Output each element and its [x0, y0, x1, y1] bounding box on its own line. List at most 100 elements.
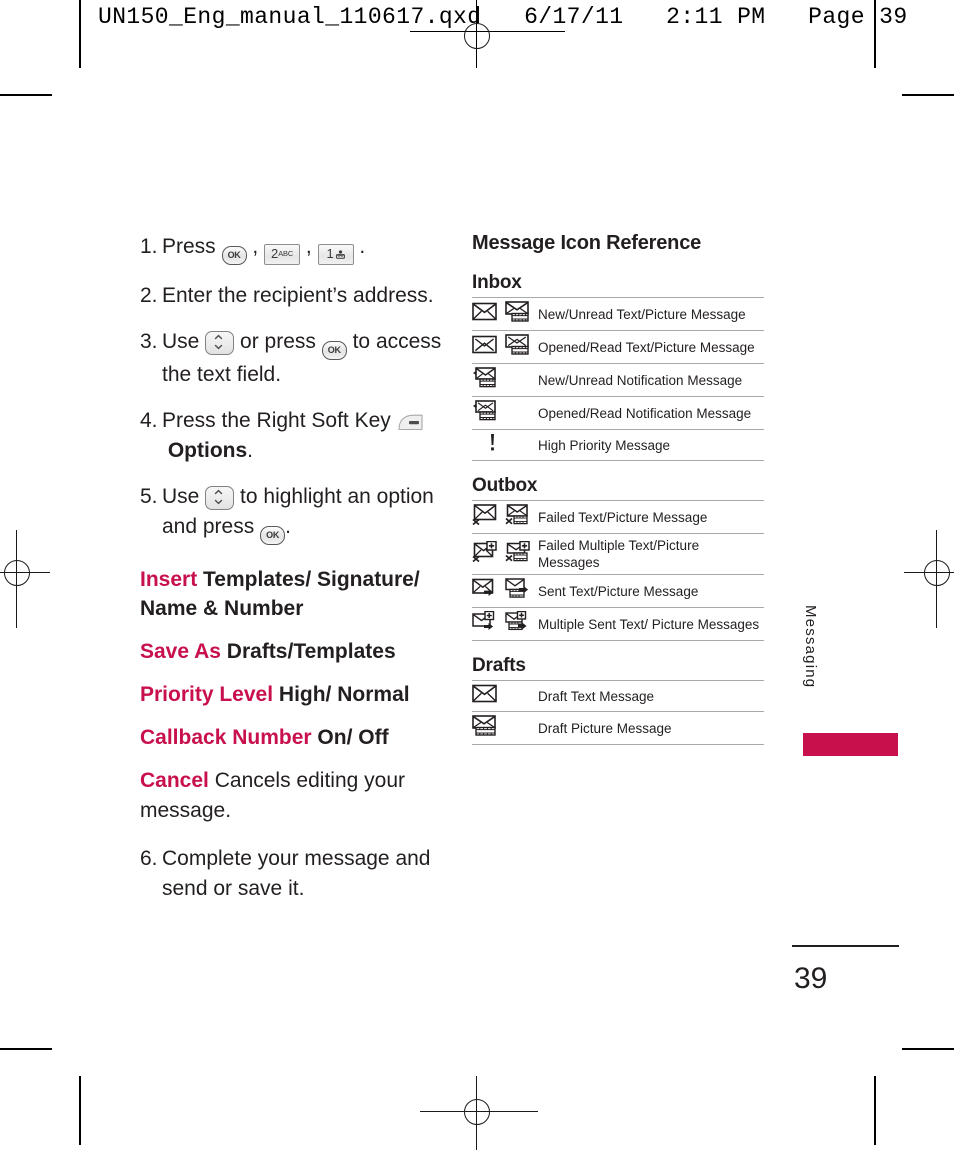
option-save-as-def: Drafts/Templates — [226, 640, 396, 663]
table-row: Failed Text/Picture Message — [472, 500, 764, 534]
crop-mark-bottom-right-vertical — [874, 1076, 876, 1145]
table-row: New/Unread Notification Message — [472, 363, 764, 397]
step-3-part2: or press — [240, 330, 316, 353]
key-2-letters: ABC — [278, 249, 294, 258]
step-3-body: Use or press OK to access the text field… — [162, 327, 460, 390]
1-voicemail-key-icon: 1 — [317, 244, 354, 265]
table-row: High Priority Message — [472, 429, 764, 461]
option-cancel: Cancel Cancels editing your message. — [140, 766, 460, 826]
row-icons — [472, 364, 538, 397]
exclamation-icon — [472, 433, 538, 456]
picture-msg-sent-icon — [505, 578, 530, 604]
envelope-failed-multi-icon — [472, 540, 497, 567]
row-label: New/Unread Text/Picture Message — [538, 306, 746, 322]
key-1-digit: 1 — [326, 246, 334, 261]
row-label: Opened/Read Text/Picture Message — [538, 339, 755, 355]
picture-msg-new-icon — [505, 301, 530, 327]
envelope-sent-icon — [472, 578, 497, 604]
ok-key-icon: OK — [221, 246, 247, 265]
crop-mark-bottom-left-vertical — [79, 1076, 81, 1145]
step-6: 6. Complete your message and send or sav… — [140, 844, 460, 904]
row-icons — [472, 331, 538, 364]
row-label: Opened/Read Notification Message — [538, 405, 752, 421]
step-5: 5. Use to highlight an option and press … — [140, 482, 460, 545]
picture-msg-draft-icon — [472, 715, 497, 741]
step-6-number: 6. — [140, 847, 158, 870]
notification-open-icon — [472, 400, 497, 426]
crop-mark-bottom-left-horizontal — [0, 1048, 52, 1050]
option-priority-level-term: Priority Level — [140, 683, 274, 706]
ok-key-icon-3: OK — [260, 526, 286, 545]
row-icons — [472, 575, 538, 608]
envelope-open-icon — [472, 335, 497, 359]
row-icons — [472, 501, 538, 534]
right-column: Message Icon Reference Inbox New/Unread … — [472, 232, 764, 759]
step-6-text: Complete your message and send or save i… — [162, 847, 431, 900]
step-3-part1: Use — [162, 330, 200, 353]
row-label: High Priority Message — [538, 437, 671, 453]
navigation-key-icon — [205, 331, 235, 355]
registration-mark-bottom-center — [420, 1076, 538, 1150]
left-column: 1. Press OK , 2ABC , 1 . 2. Enter the re… — [140, 232, 460, 920]
table-row: Sent Text/Picture Message — [472, 574, 764, 608]
right-soft-key-icon — [397, 413, 424, 432]
group-title-inbox: Inbox — [472, 272, 522, 293]
page-number: 39 — [794, 962, 828, 995]
crop-mark-top-left-horizontal — [0, 94, 52, 96]
row-label: Draft Picture Message — [538, 720, 672, 736]
table-row: Draft Text Message — [472, 680, 764, 712]
option-insert-term: Insert — [140, 568, 198, 591]
crop-mark-bottom-right-horizontal — [902, 1048, 954, 1050]
step-1: 1. Press OK , 2ABC , 1 . — [140, 232, 460, 265]
row-label: Failed Multiple Text/Picture Messages — [538, 538, 700, 570]
row-label: Failed Text/Picture Message — [538, 509, 708, 525]
row-icons — [472, 397, 538, 430]
table-row: Opened/Read Text/Picture Message — [472, 330, 764, 364]
navigation-key-icon-2 — [205, 486, 235, 510]
step-4-number: 4. — [140, 409, 158, 432]
ok-key-icon-2: OK — [321, 341, 347, 360]
row-label: Sent Text/Picture Message — [538, 583, 699, 599]
step-4-bold-word: Options — [167, 439, 248, 462]
notification-new-icon — [472, 367, 497, 393]
inbox-icon-table: New/Unread Text/Picture Message Opened/R… — [472, 297, 764, 461]
drafts-icon-table: Draft Text Message Draft Picture Message — [472, 680, 764, 745]
message-icon-reference-title: Message Icon Reference — [472, 232, 702, 254]
step-4: 4. Press the Right Soft Key Options. — [140, 406, 460, 466]
envelope-sent-multi-icon — [472, 610, 497, 637]
option-insert: Insert Templates/ Signature/ Name & Numb… — [140, 565, 460, 623]
section-tab-label: Messaging — [802, 605, 819, 689]
option-priority-level-def: High/ Normal — [278, 683, 410, 706]
group-title-outbox: Outbox — [472, 475, 538, 496]
2abc-key-icon: 2ABC — [264, 244, 301, 265]
section-tab-bar — [803, 733, 898, 756]
voicemail-glyph-icon — [335, 246, 345, 259]
registration-mark-right — [904, 530, 954, 628]
registration-mark-left — [0, 530, 50, 628]
crop-mark-top-right-horizontal — [902, 94, 954, 96]
step-4-suffix: . — [247, 439, 254, 462]
row-icons — [472, 712, 538, 745]
envelope-draft-icon — [472, 684, 497, 708]
row-label: New/Unread Notification Message — [538, 372, 743, 388]
row-icons — [472, 608, 538, 641]
step-5-number: 5. — [140, 485, 158, 508]
option-cancel-term: Cancel — [140, 769, 209, 792]
step-1-body: Press OK , 2ABC , 1 . — [162, 232, 460, 265]
option-callback-number-def: On/ Off — [317, 726, 389, 749]
crop-mark-top-left-vertical — [79, 0, 81, 68]
outbox-icon-table: Failed Text/Picture Message Failed Multi… — [472, 500, 764, 641]
row-icons — [472, 534, 538, 575]
group-title-drafts: Drafts — [472, 655, 526, 676]
option-save-as: Save As Drafts/Templates — [140, 637, 460, 666]
step-1-suffix: . — [359, 235, 366, 258]
envelope-failed-icon — [472, 504, 497, 530]
step-5-body: Use to highlight an option and press OK. — [162, 482, 460, 545]
row-icons — [472, 681, 538, 712]
folio-rule — [792, 945, 899, 947]
step-3: 3. Use or press OK to access the text fi… — [140, 327, 460, 390]
option-save-as-term: Save As — [140, 640, 221, 663]
step-2-number: 2. — [140, 284, 158, 307]
table-row: Multiple Sent Text/ Picture Messages — [472, 607, 764, 641]
print-slug-line: UN150_Eng_manual_110617.qxd 6/17/11 2:11… — [98, 4, 908, 30]
